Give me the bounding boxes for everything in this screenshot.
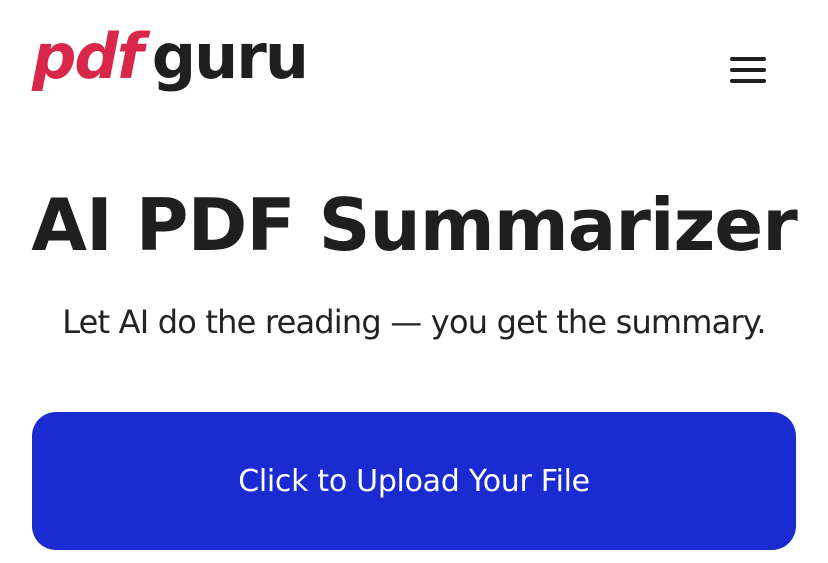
logo-guru-text: guru bbox=[151, 20, 309, 93]
menu-bar-middle bbox=[730, 68, 766, 72]
menu-bar-bottom bbox=[730, 79, 766, 83]
menu-bar-top bbox=[730, 57, 766, 61]
page-title: AI PDF Summarizer bbox=[31, 183, 798, 267]
pdfguru-logo[interactable]: pdf guru bbox=[32, 20, 309, 93]
hamburger-menu-icon[interactable] bbox=[724, 52, 772, 88]
site-header: pdf guru bbox=[0, 0, 828, 130]
page-subtitle: Let AI do the reading — you get the summ… bbox=[62, 303, 766, 341]
logo-pdf-text: pdf bbox=[32, 20, 144, 93]
upload-file-button[interactable]: Click to Upload Your File bbox=[32, 412, 796, 550]
